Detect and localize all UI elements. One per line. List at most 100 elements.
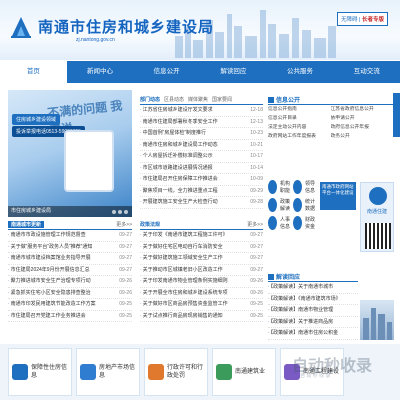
carousel-dot[interactable]	[124, 210, 128, 214]
icon-item-policy[interactable]: 政策解读	[268, 198, 293, 212]
list-item-title[interactable]: 关于开展全市住房和城乡建设系统专项	[140, 288, 231, 299]
tab-media-focus[interactable]: 媒体聚焦	[188, 96, 208, 103]
list-item-title[interactable]: 南通市印发民用建筑节能改造工作方案	[8, 299, 99, 310]
list-item-title[interactable]: 紧急抓实住宅小区安全隐患排查整治	[8, 288, 94, 299]
service-housing[interactable]: 保障性住房信息	[8, 348, 72, 396]
list-item[interactable]: 关于做“服务平台”政务人员“推荐”通知 09-27	[8, 242, 132, 253]
list-item[interactable]: 南通市住建局部署秋冬季安全工作 12-13	[140, 117, 263, 128]
list-item[interactable]: 关于开展全市住房和城乡建设系统专项 09-26	[140, 288, 263, 299]
app-download-box[interactable]: 南通住建	[360, 182, 394, 252]
list-item[interactable]: 市住建局召开住房保障工作推进会 10-09	[140, 174, 263, 186]
list-item-title[interactable]: 市住建局召开党建工作业务推进会	[8, 311, 89, 322]
list-item-title[interactable]: 中国首例“房屋体检”制度推行	[140, 128, 209, 139]
list-item[interactable]: 关于试点推行商品房现房销售的通知 09-25	[140, 311, 263, 322]
info-link[interactable]: 江苏省政府信息公开	[331, 105, 394, 114]
list-item-title[interactable]: 聚力推进城市安全生产治理专项行动	[8, 276, 94, 287]
elderly-version-link[interactable]: 长者专版	[362, 17, 384, 23]
list-item[interactable]: 南通市城市建设档案馆业务指导开展 09-27	[8, 253, 132, 265]
accessibility-badge[interactable]: 无障碍 | 长者专版	[337, 12, 389, 26]
policy-title[interactable]: 政策法规	[140, 221, 160, 228]
list-item-title[interactable]: 开展建筑施工安全生产大检查行动	[140, 197, 221, 208]
list-item[interactable]: 市区城市道路建设进展情况通报 10-14	[140, 163, 263, 174]
list-item[interactable]: 聚焦项目一线，全力推进重点工程 09-29	[140, 186, 263, 197]
list-item-title[interactable]: 市住建局召开住房保障工作推进会	[140, 174, 221, 185]
list-item[interactable]: 中国首例“房屋体检”制度推行 10-23	[140, 128, 263, 140]
nav-interpretation[interactable]: 解读回应	[200, 61, 267, 83]
list-item[interactable]: 开展建筑施工安全生产大检查行动 09-28	[140, 197, 263, 209]
list-item[interactable]: 市住建局2024年9月份开展信息汇总 09-27	[8, 265, 132, 276]
carousel-dot[interactable]	[118, 210, 122, 214]
info-link[interactable]: 法定主动公开内容	[268, 123, 331, 132]
list-item[interactable]: 南通市市政设施管理工作规范督查 09-27	[8, 230, 132, 242]
list-item[interactable]: 【政策解读】《南通市建筑市场》	[268, 294, 358, 305]
list-item[interactable]: 关于做好市区商品房预售资金监管工作 09-25	[140, 299, 263, 311]
image-carousel[interactable]: 不满的问题 我来说 住房城乡建设领域 投诉举报电话0513-59000355 市…	[8, 90, 132, 217]
list-item-title[interactable]: 【政策解读】南通市物业管理	[268, 305, 336, 316]
nav-public-service[interactable]: 公共服务	[267, 61, 334, 83]
floating-sidebar-button[interactable]	[393, 93, 400, 137]
icon-item-personnel[interactable]: 人事信息	[268, 216, 293, 230]
list-item[interactable]: 关于印发南通市物业管理条例实施细则 09-26	[140, 276, 263, 288]
info-link[interactable]: 政府信息公开年报	[331, 123, 394, 132]
list-item-title[interactable]: 南通市城市建设档案馆业务指导开展	[8, 253, 94, 264]
list-item[interactable]: 【政策解读】关于推进商品房	[268, 317, 358, 328]
platform-banner[interactable]: 南通市政府网站平台一体化建设	[320, 182, 356, 210]
list-item-title[interactable]: 【政策解读】《南通市建筑市场》	[268, 294, 344, 305]
info-link[interactable]: 信息公开指南	[268, 105, 331, 114]
list-item-title[interactable]: 关于做好市区商品房预售资金监管工作	[140, 299, 231, 310]
info-title[interactable]: 信息公开	[276, 95, 300, 104]
nav-home[interactable]: 首页	[0, 61, 67, 83]
icon-item-finance[interactable]: 财政资金	[293, 216, 318, 230]
nav-interaction[interactable]: 互动交流	[333, 61, 400, 83]
service-real-estate[interactable]: 房地产市场信息	[76, 348, 140, 396]
list-item-title[interactable]: 关于做“服务平台”政务人员“推荐”通知	[8, 242, 95, 253]
list-item[interactable]: 聚力推进城市安全生产治理专项行动 09-26	[8, 276, 132, 288]
nav-info-disclosure[interactable]: 信息公开	[133, 61, 200, 83]
list-item-title[interactable]: 南通市市政设施管理工作规范督查	[8, 230, 89, 241]
list-item[interactable]: 关于做好建筑施工领域安全生产工作 09-27	[140, 253, 263, 265]
list-item-title[interactable]: 关于做好建筑施工领域安全生产工作	[140, 253, 226, 264]
info-link[interactable]: 政府网站工作年度报表	[268, 132, 331, 141]
carousel-dots[interactable]	[112, 210, 128, 214]
more-link[interactable]: 更多>>	[116, 221, 132, 228]
interp-title[interactable]: 解读回应	[276, 272, 300, 281]
list-item-title[interactable]: 【政策解读】关于推进商品房	[268, 317, 336, 328]
info-link[interactable]: 政务公开	[331, 132, 394, 141]
info-link[interactable]: 依申请公开	[331, 114, 394, 123]
list-item-title[interactable]: 【政策解读】南通市住房公积金	[268, 328, 341, 339]
list-item[interactable]: 【政策解读】南通市物业管理	[268, 305, 358, 317]
list-item[interactable]: 南通市住房和城乡建设局工作动态 10-21	[140, 140, 263, 151]
list-item[interactable]: 关于推动市区城镇老旧小区改造工作 09-27	[140, 265, 263, 276]
list-item-title[interactable]: 南通市住房和城乡建设局工作动态	[140, 140, 221, 151]
list-item[interactable]: 紧急抓实住宅小区安全隐患排查整治 09-26	[8, 288, 132, 299]
icon-item-org[interactable]: 机构职能	[268, 180, 293, 194]
icon-item-stats[interactable]: 统计数据	[293, 198, 318, 212]
list-item[interactable]: 关于印发《南通市建筑工程施工许可》 09-27	[140, 230, 263, 242]
service-construction[interactable]: 南通建筑业	[212, 348, 276, 396]
list-item[interactable]: 市住建局召开党建工作业务推进会 09-25	[8, 311, 132, 322]
more-link[interactable]: 更多>>	[247, 221, 263, 228]
accessibility-link[interactable]: 无障碍	[341, 17, 358, 23]
list-item-title[interactable]: 【政策解读】关于南通市城市	[268, 282, 336, 293]
list-item[interactable]: 个人房屋拆迁补偿标准调整公示 10-17	[140, 151, 263, 163]
tab-national-news[interactable]: 国家要闻	[212, 96, 232, 103]
list-item-title[interactable]: 关于试点推行商品房现房销售的通知	[140, 311, 226, 322]
list-item-title[interactable]: 市区城市道路建设进展情况通报	[140, 163, 216, 174]
list-item-title[interactable]: 聚焦项目一线，全力推进重点工程	[140, 186, 221, 197]
list-item-title[interactable]: 关于做好住宅区电动自行车消防安全	[140, 242, 226, 253]
list-item-title[interactable]: 关于印发南通市物业管理条例实施细则	[140, 276, 231, 287]
list-item-title[interactable]: 市住建局2024年9月份开展信息汇总	[8, 265, 93, 276]
list-item-title[interactable]: 关于印发《南通市建筑工程施工许可》	[140, 230, 231, 241]
tab-urban-renewal[interactable]: 南通城市更新	[8, 221, 45, 228]
site-title[interactable]: 南通市住房和城乡建设局	[38, 16, 214, 37]
service-permit[interactable]: 行政许可和行政处罚	[144, 348, 208, 396]
tab-department-news[interactable]: 部门动态	[140, 96, 160, 103]
list-item[interactable]: 【政策解读】南通市住房公积金	[268, 328, 358, 340]
list-item[interactable]: 江苏省住房城乡建设厅发文要求 12-18	[140, 105, 263, 117]
info-link[interactable]: 信息公开目录	[268, 114, 331, 123]
government-logo-icon[interactable]	[8, 14, 34, 40]
nav-news[interactable]: 新闻中心	[67, 61, 134, 83]
list-item[interactable]: 关于做好住宅区电动自行车消防安全 09-27	[140, 242, 263, 253]
list-item[interactable]: 南通市印发民用建筑节能改造工作方案 09-25	[8, 299, 132, 311]
tab-district-news[interactable]: 区县动态	[164, 96, 184, 103]
